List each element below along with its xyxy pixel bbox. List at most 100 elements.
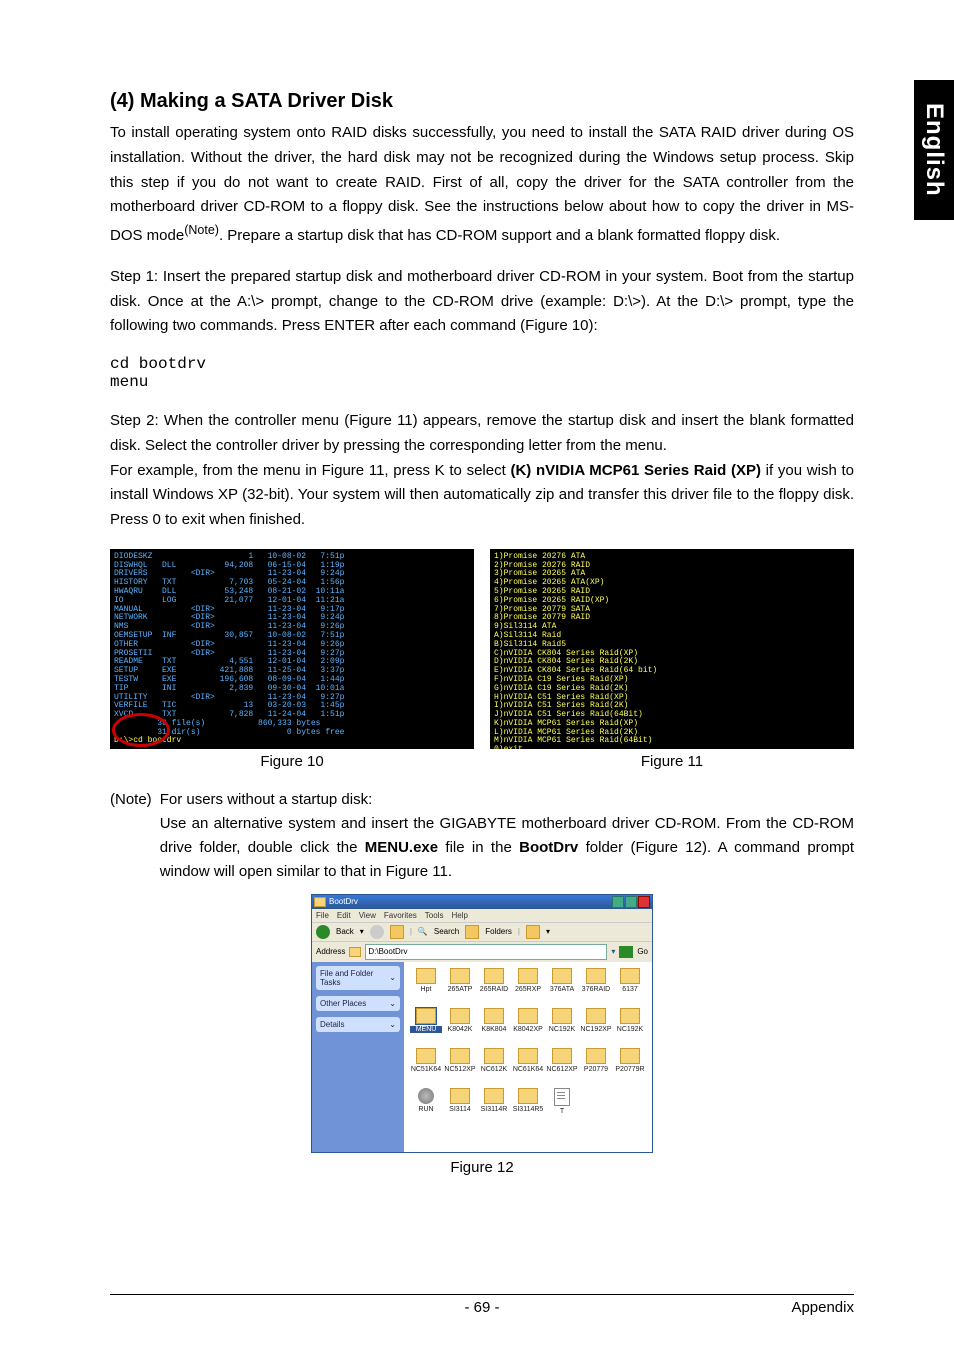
forward-button[interactable] (370, 925, 384, 939)
file-label: SI3114 (444, 1106, 476, 1113)
folders-button[interactable] (465, 925, 479, 939)
file-item[interactable]: SI3114R (478, 1088, 510, 1126)
file-item[interactable]: K8K804 (478, 1008, 510, 1046)
menu-tools[interactable]: Tools (425, 911, 444, 920)
back-chevron-icon[interactable]: ▾ (360, 927, 364, 936)
step1-paragraph: Step 1: Insert the prepared startup disk… (110, 265, 854, 339)
menu-favorites[interactable]: Favorites (384, 911, 417, 920)
menu-edit[interactable]: Edit (337, 911, 351, 920)
folder-icon (349, 947, 361, 957)
file-item[interactable]: 376ATA (546, 968, 578, 1006)
file-label: K8042K (444, 1026, 476, 1033)
file-item[interactable]: RUN (410, 1088, 442, 1126)
file-item[interactable]: NC192K (546, 1008, 578, 1046)
file-item[interactable]: NC192K (614, 1008, 646, 1046)
xp-sidebar: File and Folder Tasks⌄ Other Places⌄ Det… (312, 962, 404, 1152)
command-block: cd bootdrv menu (110, 355, 854, 391)
folder-icon (586, 968, 606, 984)
panel-details[interactable]: Details⌄ (316, 1017, 400, 1032)
up-button[interactable] (390, 925, 404, 939)
note-line1: For users without a startup disk: (160, 791, 373, 808)
file-item[interactable]: NC612XP (546, 1048, 578, 1086)
menu-help[interactable]: Help (451, 911, 467, 920)
file-pane[interactable]: Hpt265ATP265RAID265RXP376ATA376RAID6137 M… (404, 962, 652, 1152)
minimize-button[interactable] (612, 896, 624, 908)
dos-menu: 1)Promise 20276 ATA 2)Promise 20276 RAID… (494, 553, 850, 749)
xp-titlebar: BootDrv (312, 895, 652, 909)
file-item[interactable]: 376RAID (580, 968, 612, 1006)
page-number: - 69 - (110, 1299, 854, 1316)
file-label: T (546, 1108, 578, 1115)
file-item[interactable]: T (546, 1088, 578, 1126)
folder-icon (450, 968, 470, 984)
file-item[interactable]: P20779R (614, 1048, 646, 1086)
xp-toolbar: Back▾ | 🔍Search Folders | ▾ (312, 922, 652, 942)
address-chevron-icon[interactable]: ▾ (611, 947, 615, 956)
search-label: Search (434, 927, 459, 936)
note-bold-menu: MENU.exe (365, 839, 438, 856)
file-item[interactable]: 6137 (614, 968, 646, 1006)
figure-11-caption: Figure 11 (490, 753, 854, 770)
chevron-icon: ⌄ (389, 999, 396, 1008)
note-label: (Note) (110, 788, 152, 884)
views-chevron-icon[interactable]: ▾ (546, 927, 550, 936)
panel-other-places[interactable]: Other Places⌄ (316, 996, 400, 1011)
folder-icon (586, 1008, 606, 1024)
menu-file[interactable]: File (316, 911, 329, 920)
panel-file-tasks[interactable]: File and Folder Tasks⌄ (316, 966, 400, 990)
file-item[interactable]: Hpt (410, 968, 442, 1006)
folder-icon (484, 968, 504, 984)
views-button[interactable] (526, 925, 540, 939)
file-label: K8K804 (478, 1026, 510, 1033)
dos-listing: DIODESKZ 1 10-08-02 7:51p DISWHQL DLL 94… (114, 553, 470, 749)
file-item[interactable]: NC51K64 (410, 1048, 442, 1086)
file-item[interactable]: NC192XP (580, 1008, 612, 1046)
window-title: BootDrv (329, 897, 358, 906)
file-item[interactable]: NC61K64 (512, 1048, 544, 1086)
figure-12: BootDrv File Edit View Favorites Tools H… (110, 894, 854, 1176)
gear-icon (418, 1088, 434, 1104)
folder-icon (620, 968, 640, 984)
file-label: P20779 (580, 1066, 612, 1073)
folder-icon (450, 1048, 470, 1064)
figure-12-caption: Figure 12 (110, 1159, 854, 1176)
folder-icon (484, 1048, 504, 1064)
folder-icon (552, 1048, 572, 1064)
folder-icon (552, 1008, 572, 1024)
back-button[interactable] (316, 925, 330, 939)
folders-label: Folders (485, 927, 512, 936)
maximize-button[interactable] (625, 896, 637, 908)
file-label: NC192K (614, 1026, 646, 1033)
menu-view[interactable]: View (359, 911, 376, 920)
figure-11: 1)Promise 20276 ATA 2)Promise 20276 RAID… (490, 549, 854, 770)
folder-icon (518, 968, 538, 984)
file-item[interactable]: 265RAID (478, 968, 510, 1006)
address-input[interactable] (365, 944, 607, 960)
xp-menubar: File Edit View Favorites Tools Help (312, 909, 652, 922)
file-item-selected[interactable]: MENU (410, 1008, 442, 1046)
file-item[interactable]: SI3114 (444, 1088, 476, 1126)
file-label: 6137 (614, 986, 646, 993)
file-item[interactable]: 265RXP (512, 968, 544, 1006)
file-label: MENU (410, 1026, 442, 1033)
side-tab-label: English (920, 103, 948, 197)
search-icon[interactable]: 🔍 (418, 927, 428, 936)
file-item[interactable]: P20779 (580, 1048, 612, 1086)
step2b-bold: (K) nVIDIA MCP61 Series Raid (XP) (510, 462, 761, 479)
file-item[interactable]: NC612K (478, 1048, 510, 1086)
file-label: SI3114R (478, 1106, 510, 1113)
file-label: SI3114R5 (512, 1106, 544, 1113)
file-item[interactable]: NC512XP (444, 1048, 476, 1086)
dos-screenshot-10: DIODESKZ 1 10-08-02 7:51p DISWHQL DLL 94… (110, 549, 474, 749)
go-button[interactable] (619, 946, 633, 958)
dos-screenshot-11: 1)Promise 20276 ATA 2)Promise 20276 RAID… (490, 549, 854, 749)
close-button[interactable] (638, 896, 650, 908)
file-item[interactable]: SI3114R5 (512, 1088, 544, 1126)
file-label: 376RAID (580, 986, 612, 993)
file-label: Hpt (410, 986, 442, 993)
file-item[interactable]: K8042K (444, 1008, 476, 1046)
file-item[interactable]: 265ATP (444, 968, 476, 1006)
file-item[interactable]: K8042XP (512, 1008, 544, 1046)
file-label: NC61K64 (512, 1066, 544, 1073)
file-label: K8042XP (512, 1026, 544, 1033)
